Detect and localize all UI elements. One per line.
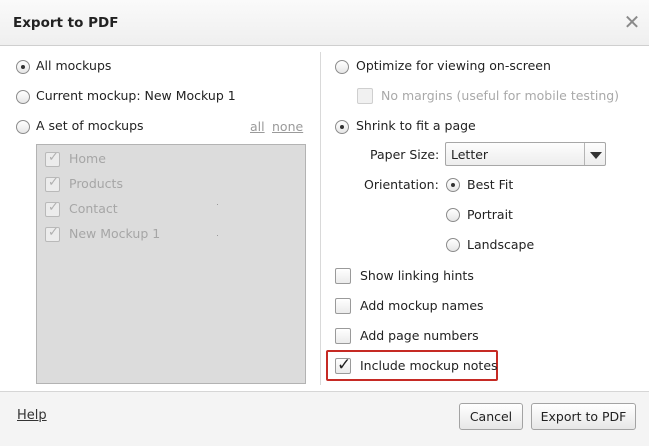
- mockup-checkbox-contact[interactable]: [45, 200, 60, 217]
- orientation-portrait-label: Portrait: [467, 207, 513, 222]
- paper-size-value: Letter: [451, 147, 489, 162]
- list-item: Contact: [69, 201, 118, 216]
- current-mockup-label: Current mockup: New Mockup 1: [36, 88, 236, 103]
- orientation-best-fit-label: Best Fit: [467, 177, 514, 192]
- set-of-mockups-label: A set of mockups: [36, 118, 144, 133]
- artifact-dot: [217, 204, 218, 205]
- show-linking-hints-checkbox[interactable]: [335, 268, 351, 284]
- no-margins-label: No margins (useful for mobile testing): [381, 88, 620, 103]
- column-divider: [320, 52, 321, 385]
- select-divider: [584, 143, 585, 165]
- select-none-link[interactable]: none: [272, 119, 303, 134]
- orientation-landscape-radio[interactable]: [446, 238, 460, 252]
- close-icon[interactable]: ✕: [622, 12, 642, 32]
- orientation-best-fit-radio[interactable]: [446, 178, 460, 192]
- list-item: New Mockup 1: [69, 226, 161, 241]
- add-mockup-names-checkbox[interactable]: [335, 298, 351, 314]
- optimize-screen-radio[interactable]: [335, 60, 349, 74]
- paper-size-label: Paper Size:: [370, 147, 440, 162]
- no-margins-checkbox[interactable]: [357, 88, 373, 104]
- add-mockup-names-label: Add mockup names: [360, 298, 484, 313]
- dialog-titlebar: Export to PDF ✕: [0, 0, 649, 46]
- shrink-to-fit-label: Shrink to fit a page: [356, 118, 476, 133]
- chevron-down-icon: [590, 152, 602, 159]
- help-link[interactable]: Help: [17, 408, 47, 423]
- checkmark-icon: ✓: [337, 355, 352, 375]
- set-of-mockups-radio[interactable]: [16, 120, 30, 134]
- include-mockup-notes-checkbox[interactable]: ✓: [335, 355, 352, 375]
- mockup-list[interactable]: Home Products Contact New Mockup 1: [36, 144, 306, 384]
- add-page-numbers-label: Add page numbers: [360, 328, 479, 343]
- dialog-title: Export to PDF: [13, 15, 119, 31]
- mockup-checkbox-products[interactable]: [45, 175, 60, 192]
- all-mockups-radio[interactable]: [16, 60, 30, 74]
- list-item: Home: [69, 151, 106, 166]
- select-all-link[interactable]: all: [250, 119, 265, 134]
- optimize-screen-label: Optimize for viewing on-screen: [356, 58, 551, 73]
- orientation-portrait-radio[interactable]: [446, 208, 460, 222]
- orientation-label: Orientation:: [364, 177, 439, 192]
- include-mockup-notes-label: Include mockup notes: [360, 358, 498, 373]
- mockup-checkbox-new-mockup-1[interactable]: [45, 225, 60, 242]
- add-page-numbers-checkbox[interactable]: [335, 328, 351, 344]
- shrink-to-fit-radio[interactable]: [335, 120, 349, 134]
- all-mockups-label: All mockups: [36, 58, 112, 73]
- current-mockup-radio[interactable]: [16, 90, 30, 104]
- mockup-checkbox-home[interactable]: [45, 150, 60, 167]
- show-linking-hints-label: Show linking hints: [360, 268, 474, 283]
- paper-size-select[interactable]: Letter: [445, 142, 606, 166]
- list-item: Products: [69, 176, 123, 191]
- export-to-pdf-button[interactable]: Export to PDF: [531, 403, 636, 430]
- orientation-landscape-label: Landscape: [467, 237, 535, 252]
- artifact-dot: [217, 235, 218, 236]
- cancel-button[interactable]: Cancel: [459, 403, 523, 430]
